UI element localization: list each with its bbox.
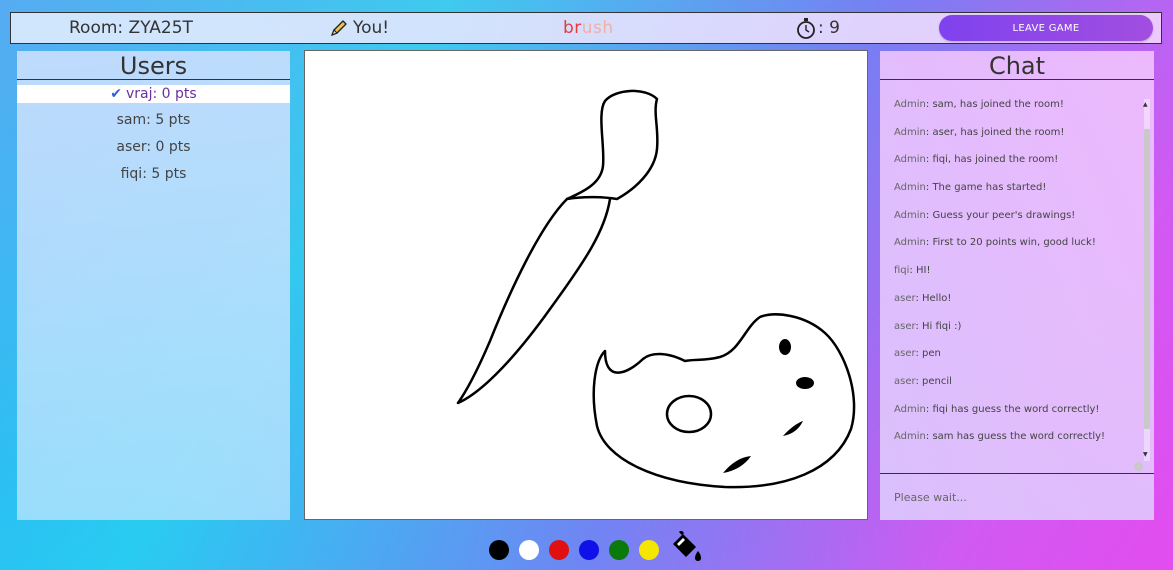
scroll-indicator-dot: [1134, 462, 1143, 471]
drawing-canvas[interactable]: [304, 50, 868, 520]
chat-message: Admin: fiqi, has joined the room!: [894, 154, 1059, 166]
user-item-fiqi: fiqi: 5 pts: [120, 166, 187, 182]
chat-sender: Admin: [894, 403, 926, 415]
color-swatch-red[interactable]: [549, 540, 569, 560]
chat-message-list: Admin: sam, has joined the room! Admin: …: [880, 99, 1138, 459]
chat-sender: aser: [894, 292, 916, 304]
paint-dab-3: [783, 421, 803, 436]
users-panel: Users ✔ vraj: 0 pts sam: 5 pts aser: 0 pt…: [17, 51, 290, 520]
scrollbar-thumb[interactable]: [1144, 129, 1150, 429]
drawing-strokes: [456, 89, 856, 489]
chat-sender: Admin: [894, 209, 926, 221]
word-hint: brush: [563, 18, 614, 38]
chat-text: aser, has joined the room!: [932, 126, 1065, 138]
chat-sender: aser: [894, 320, 916, 332]
paint-bucket-icon[interactable]: [669, 531, 703, 563]
user-item-sam: sam: 5 pts: [116, 112, 191, 128]
chat-text: Hello!: [922, 292, 952, 304]
chat-message: Admin: The game has started!: [894, 182, 1047, 194]
chat-message: Admin: First to 20 points win, good luck…: [894, 237, 1096, 249]
chat-text: HI!: [916, 265, 931, 277]
stopwatch-icon: [797, 18, 815, 39]
top-bar: Room: ZYA25T You! brush : 9 LEAVE GAME: [10, 12, 1162, 44]
paint-dab-4: [723, 456, 751, 473]
timer-value: : 9: [818, 18, 840, 38]
chat-message: fiqi: HI!: [894, 265, 931, 277]
chat-scrollbar[interactable]: ▲ ▼: [1142, 99, 1152, 461]
chat-message: Admin: Guess your peer's drawings!: [894, 209, 1076, 221]
paint-dab-2: [796, 377, 814, 389]
scroll-up-icon[interactable]: ▲: [1143, 101, 1148, 108]
leave-game-button[interactable]: LEAVE GAME: [939, 15, 1153, 41]
pencil-icon: [331, 20, 347, 36]
chat-sender: aser: [894, 348, 916, 360]
chat-sender: aser: [894, 375, 916, 387]
chat-sender: Admin: [894, 182, 926, 194]
color-swatch-white[interactable]: [519, 540, 539, 560]
stroke-bristles: [456, 197, 612, 405]
timer: : 9: [796, 17, 840, 39]
color-swatch-black[interactable]: [489, 540, 509, 560]
chat-message: aser: pencil: [894, 375, 952, 387]
chat-text: sam, has joined the room!: [932, 99, 1064, 110]
chat-sender: Admin: [894, 237, 926, 249]
stroke-palette-hole: [665, 394, 713, 434]
chat-text: Hi fiqi :): [922, 320, 962, 332]
user-item-aser: aser: 0 pts: [116, 139, 191, 155]
chat-panel: Chat Admin: sam, has joined the room! Ad…: [880, 51, 1154, 520]
chat-message: aser: Hello!: [894, 292, 952, 304]
chat-message: aser: Hi fiqi :): [894, 320, 962, 332]
color-swatch-blue[interactable]: [579, 540, 599, 560]
chat-sender: Admin: [894, 154, 926, 166]
chat-sender: Admin: [894, 99, 926, 110]
paint-dab-1: [779, 339, 791, 355]
color-swatch-green[interactable]: [609, 540, 629, 560]
chat-message: Admin: sam has guess the word correctly!: [894, 431, 1106, 443]
stroke-handle: [565, 89, 659, 201]
color-swatch-yellow[interactable]: [639, 540, 659, 560]
chat-text: The game has started!: [932, 182, 1047, 194]
word-hint-rest: ush: [581, 18, 614, 38]
drawer-label: You!: [353, 18, 390, 38]
chat-text: fiqi, has joined the room!: [932, 154, 1059, 166]
check-icon: ✔: [110, 86, 122, 102]
chat-message: aser: pen: [894, 348, 941, 360]
color-palette: [489, 531, 703, 563]
scroll-down-icon[interactable]: ▼: [1143, 451, 1148, 458]
chat-text: Guess your peer's drawings!: [932, 209, 1076, 221]
chat-message: Admin: sam, has joined the room!: [894, 99, 1064, 110]
chat-sender: Admin: [894, 431, 926, 443]
users-title: Users: [17, 51, 290, 80]
stroke-palette: [592, 313, 856, 489]
chat-title: Chat: [880, 51, 1154, 80]
chat-message: Admin: fiqi has guess the word correctly…: [894, 403, 1100, 415]
chat-text: fiqi has guess the word correctly!: [932, 403, 1100, 415]
chat-text: First to 20 points win, good luck!: [932, 237, 1096, 249]
chat-text: sam has guess the word correctly!: [932, 431, 1106, 443]
current-drawer: You!: [329, 18, 389, 38]
room-code: Room: ZYA25T: [69, 18, 193, 38]
chat-sender: fiqi: [894, 265, 910, 277]
user-item-vraj: ✔ vraj: 0 pts: [17, 85, 290, 103]
word-hint-revealed: br: [563, 18, 582, 38]
chat-input[interactable]: [880, 474, 1154, 520]
chat-text: pencil: [922, 375, 952, 387]
chat-sender: Admin: [894, 126, 926, 138]
chat-message: Admin: aser, has joined the room!: [894, 126, 1065, 138]
user-label: vraj: 0 pts: [126, 86, 197, 102]
chat-text: pen: [922, 348, 941, 360]
